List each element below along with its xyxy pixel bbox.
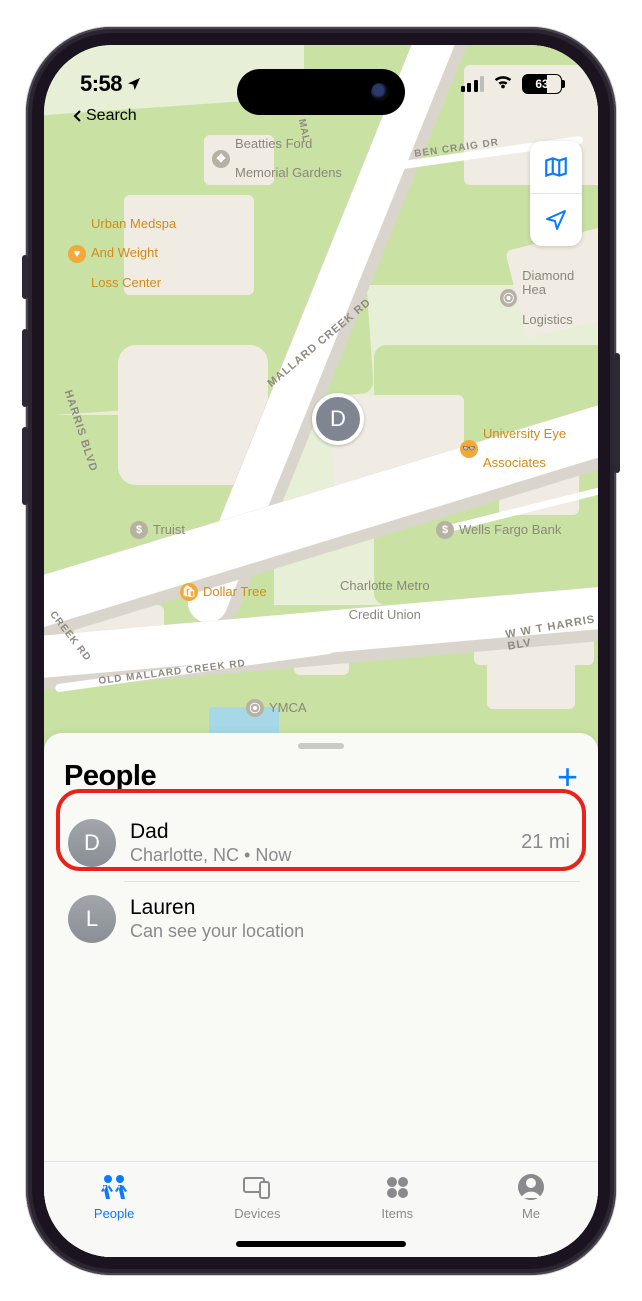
people-icon (97, 1172, 131, 1202)
poi-label: Dollar Tree (203, 584, 267, 599)
volume-up-button (22, 329, 28, 407)
poi-label: Truist (153, 522, 185, 537)
person-distance: 21 mi (521, 831, 570, 854)
person-row-dad[interactable]: D Dad Charlotte, NC • Now 21 mi (62, 805, 580, 881)
mute-switch (22, 255, 28, 299)
poi-ymca[interactable]: ⦿YMCA (246, 699, 307, 717)
devices-icon (240, 1172, 274, 1202)
status-time: 5:58 (80, 71, 142, 97)
poi-diamond[interactable]: ⦿Diamond HeaLogistics (500, 269, 598, 329)
avatar: D (68, 819, 116, 867)
tab-label: Devices (234, 1206, 280, 1221)
battery-level: 63 (535, 77, 548, 91)
poi-label: Charlotte MetroCredit Union (340, 579, 430, 624)
avatar: L (68, 895, 116, 943)
locate-me-button[interactable] (530, 194, 582, 246)
add-person-button[interactable]: + (557, 759, 578, 795)
location-arrow-icon (126, 76, 142, 92)
volume-down-button (22, 427, 28, 505)
sheet-grabber[interactable] (298, 743, 344, 749)
poi-university-eye[interactable]: 👓University EyeAssociates (460, 427, 566, 472)
person-sub: Can see your location (130, 921, 556, 942)
items-icon (380, 1172, 414, 1202)
person-sub: Charlotte, NC • Now (130, 845, 507, 866)
home-indicator[interactable] (236, 1241, 406, 1247)
dynamic-island (237, 69, 405, 115)
person-row-lauren[interactable]: L Lauren Can see your location (62, 881, 580, 957)
pin-initial: D (330, 406, 346, 432)
poi-wells-fargo[interactable]: $Wells Fargo Bank (436, 521, 561, 539)
tab-label: People (94, 1206, 134, 1221)
person-name: Lauren (130, 896, 556, 920)
poi-label: University EyeAssociates (483, 427, 566, 472)
poi-label: Wells Fargo Bank (459, 522, 561, 537)
poi-label: Urban MedspaAnd WeightLoss Center (91, 217, 176, 292)
poi-credit-union[interactable]: Charlotte MetroCredit Union (340, 579, 430, 624)
person-icon (514, 1172, 548, 1202)
avatar-initial: L (86, 906, 98, 932)
poi-label: YMCA (269, 700, 307, 715)
breadcrumb-label: Search (86, 107, 137, 125)
person-map-pin[interactable]: D (312, 393, 364, 445)
poi-beatties[interactable]: ✥Beatties FordMemorial Gardens (212, 137, 342, 182)
tab-label: Me (522, 1206, 540, 1221)
map-controls (530, 141, 582, 246)
tab-people[interactable]: People (94, 1172, 134, 1221)
poi-dollar-tree[interactable]: 🛍Dollar Tree (180, 583, 267, 601)
power-button (614, 353, 620, 473)
phone-frame: 5:58 63 Search MALLAR (26, 27, 616, 1275)
poi-label: Beatties FordMemorial Gardens (235, 137, 342, 182)
avatar-initial: D (84, 830, 100, 856)
map-mode-button[interactable] (530, 141, 582, 193)
person-name: Dad (130, 820, 507, 844)
time-text: 5:58 (80, 71, 122, 97)
tab-devices[interactable]: Devices (234, 1172, 280, 1221)
wifi-icon (492, 70, 514, 97)
poi-truist[interactable]: $Truist (130, 521, 185, 539)
poi-label: Diamond HeaLogistics (522, 269, 598, 329)
poi-urban-medspa[interactable]: ♥Urban MedspaAnd WeightLoss Center (68, 217, 176, 292)
tab-label: Items (381, 1206, 413, 1221)
tab-items[interactable]: Items (380, 1172, 414, 1221)
screen: 5:58 63 Search MALLAR (44, 45, 598, 1257)
cell-signal-icon (461, 76, 485, 92)
battery-icon: 63 (522, 74, 562, 94)
tab-me[interactable]: Me (514, 1172, 548, 1221)
sheet-title: People (64, 760, 156, 793)
back-breadcrumb[interactable]: Search (72, 107, 137, 125)
